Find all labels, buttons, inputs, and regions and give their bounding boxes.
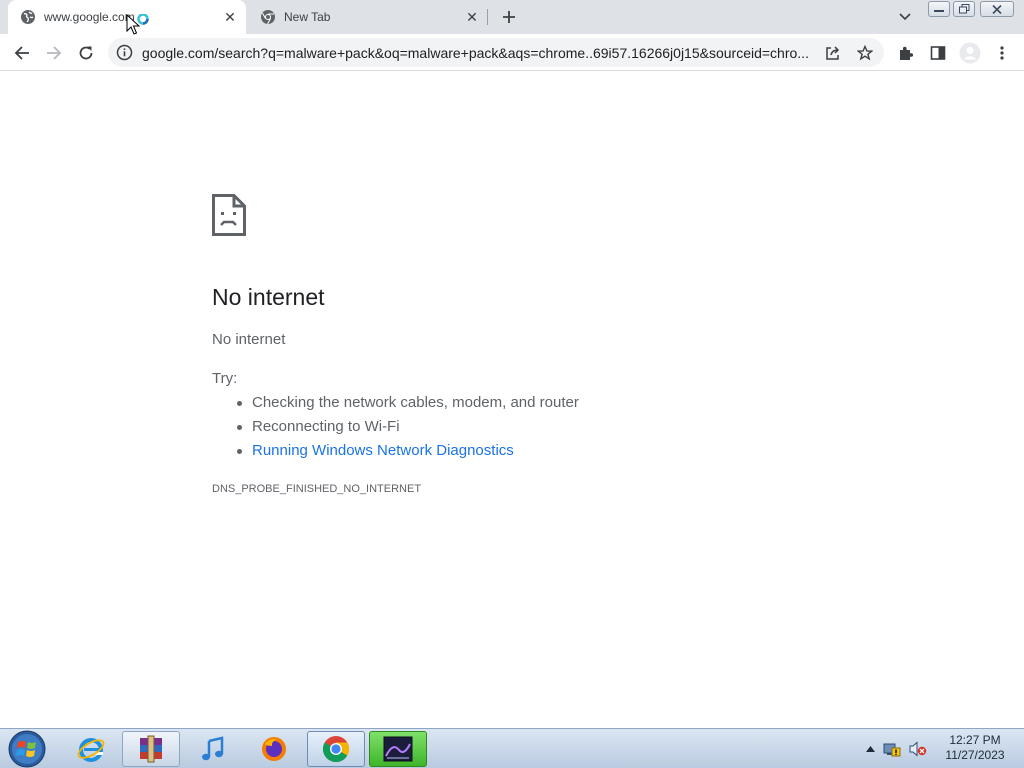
- tray-expand-icon[interactable]: [866, 746, 875, 752]
- sad-page-icon: [212, 194, 246, 236]
- profile-button[interactable]: [956, 39, 984, 67]
- taskbar-media-app[interactable]: [369, 731, 427, 767]
- system-tray: [866, 735, 927, 763]
- plus-icon: [503, 11, 515, 23]
- media-app-icon: [383, 736, 413, 762]
- restore-icon: [958, 4, 969, 14]
- globe-icon: [20, 9, 36, 25]
- taskbar-chrome[interactable]: [307, 731, 365, 767]
- clock-date: 11/27/2023: [945, 748, 1005, 762]
- puzzle-icon: [900, 46, 914, 60]
- more-vert-icon: [1000, 46, 1004, 60]
- info-icon[interactable]: [116, 44, 133, 61]
- suggestion-list: Checking the network cables, modem, and …: [237, 392, 579, 464]
- chrome-icon: [322, 736, 350, 763]
- minimize-icon: [934, 10, 944, 12]
- close-tab-icon[interactable]: ✕: [462, 7, 482, 27]
- menu-button[interactable]: [988, 39, 1016, 67]
- taskbar-clock[interactable]: 12:27 PM 11/27/2023: [940, 733, 1010, 763]
- firefox-icon: [262, 737, 286, 761]
- avatar-icon: [959, 42, 981, 64]
- arrow-left-icon: [14, 46, 29, 60]
- tab-title: New Tab: [284, 10, 331, 24]
- suggestion-item: Reconnecting to Wi-Fi: [237, 416, 579, 440]
- close-window-button[interactable]: [980, 1, 1014, 17]
- chrome-icon: [260, 9, 276, 25]
- share-button[interactable]: [822, 42, 844, 64]
- volume-muted-icon[interactable]: [909, 741, 927, 757]
- reload-icon: [79, 46, 93, 60]
- new-tab-button[interactable]: [498, 6, 520, 28]
- windows-start-orb-icon: [8, 730, 46, 768]
- side-panel-button[interactable]: [924, 39, 952, 67]
- arrow-right-icon: [47, 46, 62, 60]
- side-panel-icon: [930, 46, 946, 60]
- suggestion-item: Checking the network cables, modem, and …: [237, 392, 579, 416]
- tab-strip: www.google.com ✕ New Tab ✕: [0, 0, 1024, 34]
- page-content: No internet No internet Try: Checking th…: [0, 72, 1024, 728]
- taskbar-winrar[interactable]: [122, 731, 180, 767]
- internet-explorer-icon: [77, 738, 105, 762]
- try-label: Try:: [212, 370, 238, 387]
- forward-button[interactable]: [40, 39, 68, 67]
- taskbar-internet-explorer[interactable]: [62, 731, 120, 767]
- close-tab-icon[interactable]: ✕: [220, 7, 240, 27]
- taskbar-itunes[interactable]: [184, 731, 242, 767]
- chevron-down-icon: [899, 13, 911, 21]
- taskbar: 12:27 PM 11/27/2023: [0, 728, 1024, 768]
- extensions-button[interactable]: [892, 39, 920, 67]
- clock-time: 12:27 PM: [949, 733, 1001, 747]
- url-text[interactable]: google.com/search?q=malware+pack&oq=malw…: [142, 45, 822, 61]
- taskbar-firefox[interactable]: [245, 731, 303, 767]
- winrar-icon: [140, 735, 162, 763]
- error-code: DNS_PROBE_FINISHED_NO_INTERNET: [212, 483, 422, 495]
- error-subheading: No internet: [212, 331, 286, 348]
- minimize-button[interactable]: [928, 1, 950, 17]
- itunes-icon: [202, 736, 224, 761]
- start-button[interactable]: [4, 730, 50, 768]
- share-icon: [826, 46, 840, 60]
- busy-cursor-icon: [126, 14, 149, 35]
- star-icon: [857, 45, 873, 61]
- bookmark-button[interactable]: [854, 42, 876, 64]
- network-diagnostics-link[interactable]: Running Windows Network Diagnostics: [237, 440, 579, 464]
- restore-button[interactable]: [953, 1, 975, 17]
- tab-new-tab[interactable]: New Tab ✕: [248, 0, 488, 34]
- browser-toolbar: google.com/search?q=malware+pack&oq=malw…: [0, 34, 1024, 71]
- back-button[interactable]: [8, 39, 36, 67]
- network-icon[interactable]: [883, 741, 901, 757]
- reload-button[interactable]: [72, 39, 100, 67]
- error-heading: No internet: [212, 284, 325, 310]
- close-icon: [992, 4, 1002, 14]
- tab-search-button[interactable]: [895, 6, 915, 28]
- address-bar[interactable]: google.com/search?q=malware+pack&oq=malw…: [108, 38, 884, 67]
